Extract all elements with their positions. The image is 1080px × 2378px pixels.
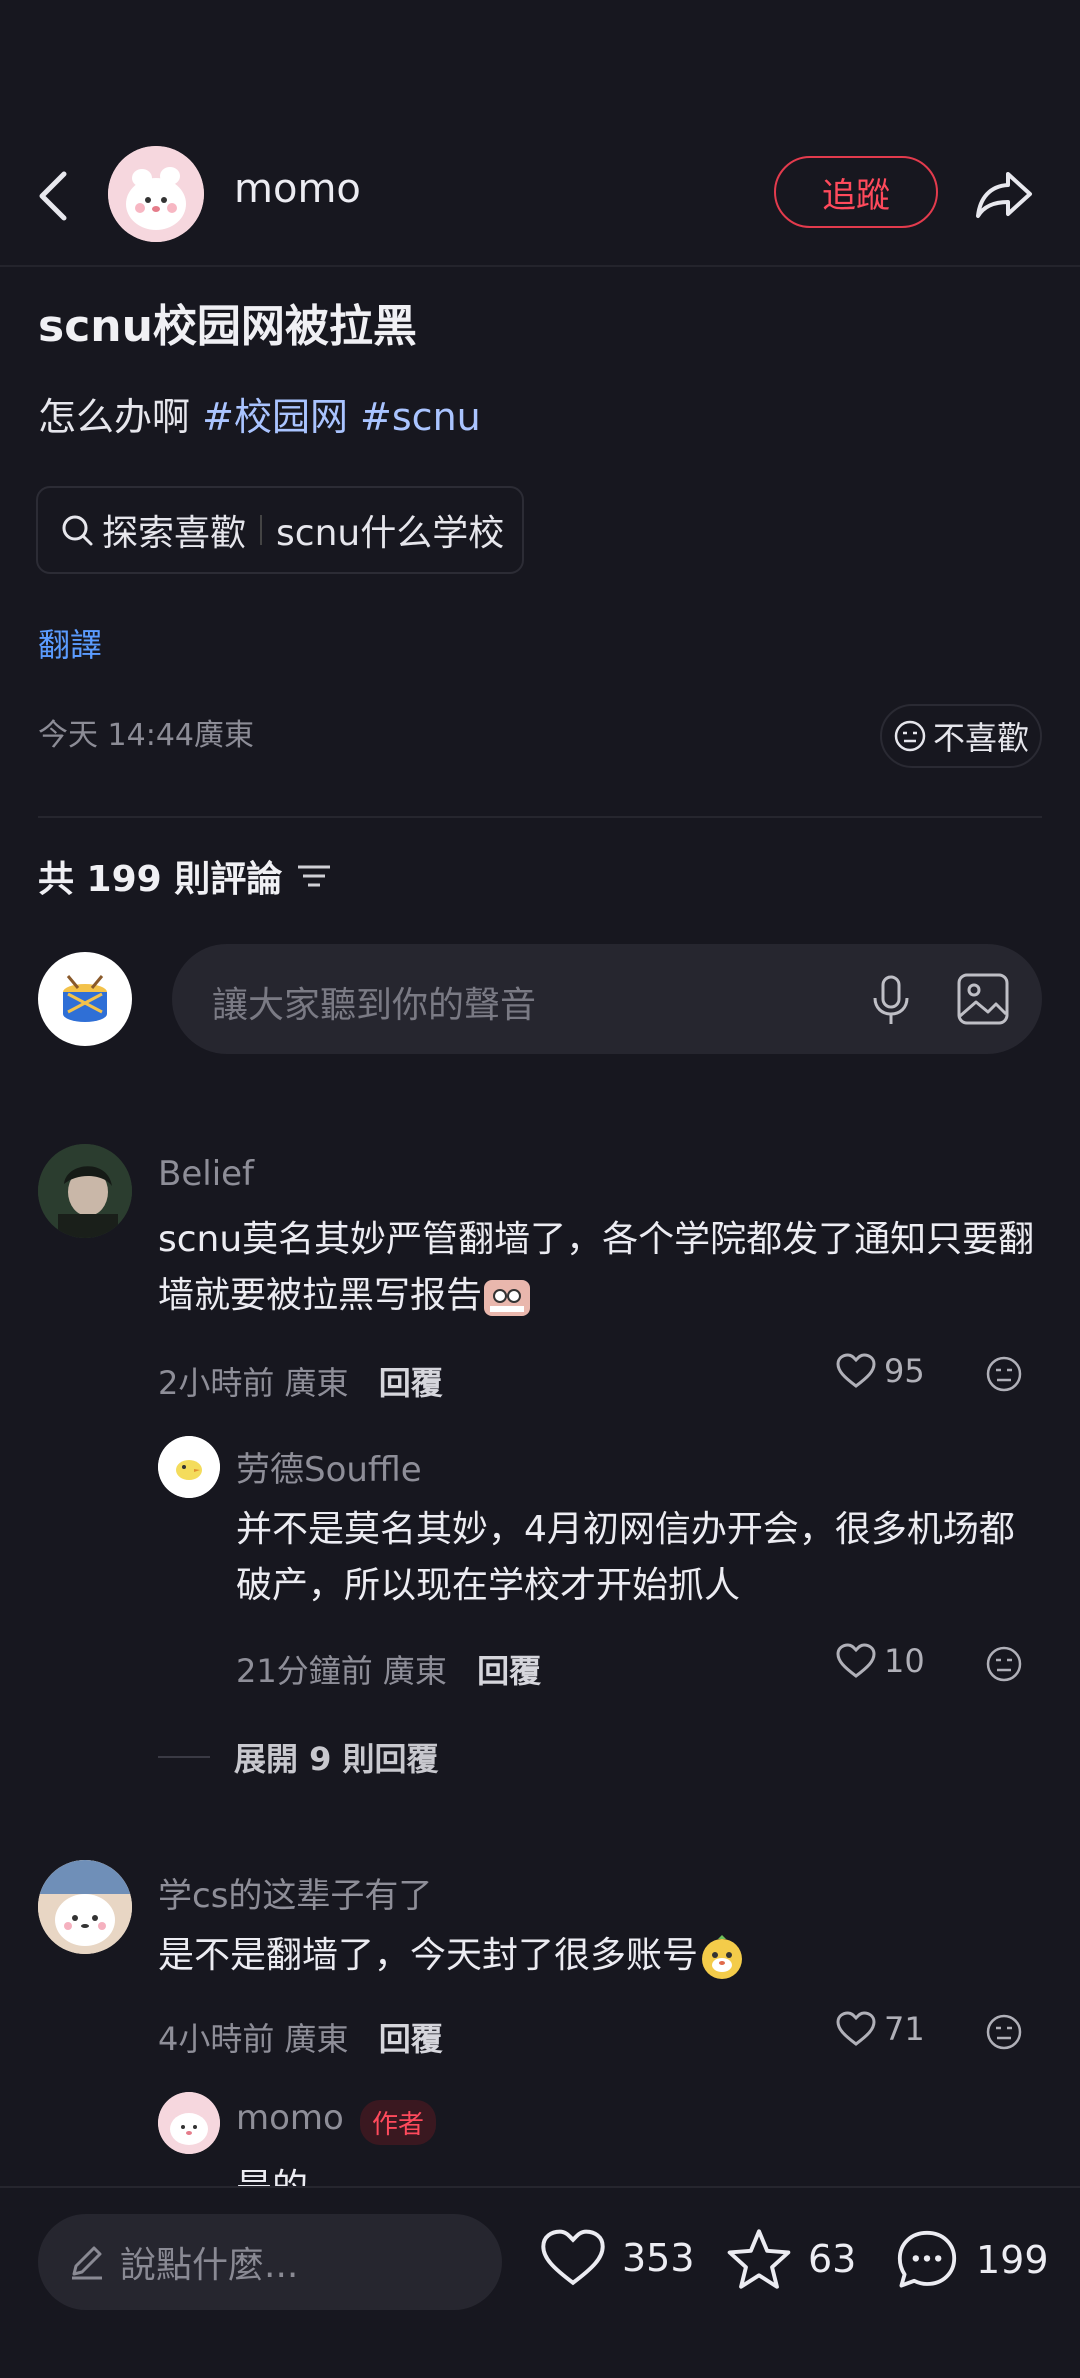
comment-time: 4小時前 bbox=[158, 2020, 275, 2058]
reply-like-count: 10 bbox=[884, 1642, 925, 1680]
comment-time: 2小時前 bbox=[158, 1364, 275, 1402]
author-username[interactable]: momo bbox=[234, 166, 361, 212]
top-bar: momo 追蹤 bbox=[0, 120, 1080, 267]
comment-text: 是不是翻墙了，今天封了很多账号 bbox=[158, 1928, 1038, 1984]
comment-text-line: 是不是翻墙了，今天封了很多账号 bbox=[158, 1935, 699, 1976]
comment-meta: 4小時前 廣東 回覆 bbox=[158, 2014, 443, 2060]
reply-time: 21分鐘前 bbox=[236, 1652, 373, 1690]
post-timestamp: 今天 14:44廣東 bbox=[38, 718, 254, 753]
comment-input-placeholder: 讓大家聽到你的聲音 bbox=[212, 985, 537, 1026]
meh-face-icon[interactable] bbox=[984, 1644, 1024, 1684]
translate-link[interactable]: 翻譯 bbox=[38, 620, 102, 666]
image-icon[interactable] bbox=[956, 972, 1010, 1026]
reply-text: 并不是莫名其妙，4月初网信办开会，很多机场都 破产，所以现在学校才开始抓人 bbox=[236, 1502, 1036, 1614]
comment-text-line: scnu莫名其妙严管翻墙了，各个学院都发了通知只要翻 bbox=[158, 1219, 1035, 1260]
comment-text-line: 墙就要被拉黑写报告 bbox=[158, 1275, 483, 1316]
post-favorite-count: 63 bbox=[808, 2237, 857, 2281]
microphone-icon[interactable] bbox=[870, 974, 912, 1026]
meh-face-icon bbox=[894, 720, 926, 752]
say-something-input[interactable]: 說點什麼... bbox=[38, 2214, 502, 2310]
comment-region: 廣東 bbox=[284, 2020, 349, 2058]
comment-meta: 2小時前 廣東 回覆 bbox=[158, 1358, 443, 1404]
reply-button[interactable]: 回覆 bbox=[477, 1652, 541, 1690]
search-icon bbox=[62, 515, 93, 546]
share-icon[interactable] bbox=[972, 162, 1036, 226]
reply-text-line: 并不是莫名其妙，4月初网信办开会，很多机场都 bbox=[236, 1509, 1015, 1550]
reply-text-line: 破产，所以现在学校才开始抓人 bbox=[236, 1565, 741, 1606]
sort-filter-icon[interactable] bbox=[296, 861, 332, 891]
star-icon bbox=[727, 2229, 791, 2289]
hashtag-link[interactable]: #scnu bbox=[360, 395, 481, 439]
replier-avatar[interactable] bbox=[158, 2092, 220, 2154]
post-comment-count: 199 bbox=[976, 2238, 1049, 2282]
heart-icon bbox=[836, 1643, 876, 1678]
sticker-icon bbox=[482, 1276, 532, 1318]
reply-button[interactable]: 回覆 bbox=[379, 1364, 443, 1402]
comment-region: 廣東 bbox=[284, 1364, 349, 1402]
reply-region: 廣東 bbox=[382, 1652, 447, 1690]
chip-divider bbox=[260, 515, 263, 545]
comment-like-count: 71 bbox=[884, 2010, 925, 2048]
reply-button[interactable]: 回覆 bbox=[379, 2020, 443, 2058]
bottom-action-bar: 說點什麼... 353 63 199 bbox=[0, 2186, 1080, 2378]
heart-icon bbox=[541, 2229, 605, 2286]
sticker-icon bbox=[698, 1933, 746, 1981]
post-body: 怎么办啊 #校园网 #scnu bbox=[38, 386, 481, 441]
author-avatar[interactable] bbox=[108, 146, 204, 242]
chat-bubble-icon bbox=[897, 2230, 957, 2288]
pencil-icon bbox=[72, 2246, 102, 2280]
comments-count-label: 共 199 則評論 bbox=[38, 859, 283, 900]
expand-line bbox=[158, 1756, 210, 1758]
comment-post-button[interactable]: 199 bbox=[894, 2228, 1049, 2292]
commenter-avatar[interactable] bbox=[38, 1144, 132, 1238]
comment-like-button[interactable]: 71 bbox=[836, 2010, 925, 2048]
hashtag-link[interactable]: #校园网 bbox=[202, 395, 348, 439]
favorite-post-button[interactable]: 63 bbox=[726, 2228, 856, 2290]
commenter-name[interactable]: 学cs的这辈子有了 bbox=[158, 1868, 432, 1917]
reply-like-button[interactable]: 10 bbox=[836, 1642, 925, 1680]
say-something-placeholder: 說點什麼... bbox=[120, 2245, 299, 2286]
reply-meta: 21分鐘前 廣東 回覆 bbox=[236, 1646, 541, 1692]
heart-icon bbox=[836, 1353, 876, 1388]
replier-avatar[interactable] bbox=[158, 1436, 220, 1498]
author-badge: 作者 bbox=[360, 2100, 437, 2145]
post-like-count: 353 bbox=[622, 2236, 695, 2280]
comment-text: scnu莫名其妙严管翻墙了，各个学院都发了通知只要翻 墙就要被拉黑写报告 bbox=[158, 1212, 1038, 1324]
divider bbox=[38, 816, 1042, 818]
commenter-name[interactable]: Belief bbox=[158, 1154, 254, 1194]
expand-replies-label: 展開 9 則回覆 bbox=[234, 1740, 439, 1778]
expand-replies-button[interactable]: 展開 9 則回覆 bbox=[158, 1734, 439, 1780]
back-arrow-icon[interactable] bbox=[34, 168, 74, 224]
follow-button[interactable]: 追蹤 bbox=[774, 156, 938, 228]
comment-input[interactable]: 讓大家聽到你的聲音 bbox=[172, 944, 1042, 1054]
suggested-query: scnu什么学校 bbox=[276, 513, 505, 554]
explore-label: 探索喜歡 bbox=[102, 513, 247, 554]
post-body-text: 怎么办啊 bbox=[38, 395, 191, 439]
meh-face-icon[interactable] bbox=[984, 1354, 1024, 1394]
comment-like-button[interactable]: 95 bbox=[836, 1352, 925, 1390]
replier-name[interactable]: 劳德Souffle bbox=[236, 1442, 422, 1491]
replier-name[interactable]: momo bbox=[236, 2098, 344, 2138]
related-search-chip[interactable]: 探索喜歡 scnu什么学校 bbox=[36, 486, 524, 574]
meh-face-icon[interactable] bbox=[984, 2012, 1024, 2052]
my-avatar bbox=[38, 952, 132, 1046]
commenter-avatar[interactable] bbox=[38, 1860, 132, 1954]
dislike-label: 不喜歡 bbox=[932, 719, 1029, 757]
post-title: scnu校园网被拉黑 bbox=[38, 301, 417, 352]
heart-icon bbox=[836, 2011, 876, 2046]
comments-count-header: 共 199 則評論 bbox=[38, 850, 332, 902]
like-post-button[interactable]: 353 bbox=[540, 2228, 695, 2288]
comment-like-count: 95 bbox=[884, 1352, 925, 1390]
dislike-button[interactable]: 不喜歡 bbox=[880, 704, 1042, 768]
